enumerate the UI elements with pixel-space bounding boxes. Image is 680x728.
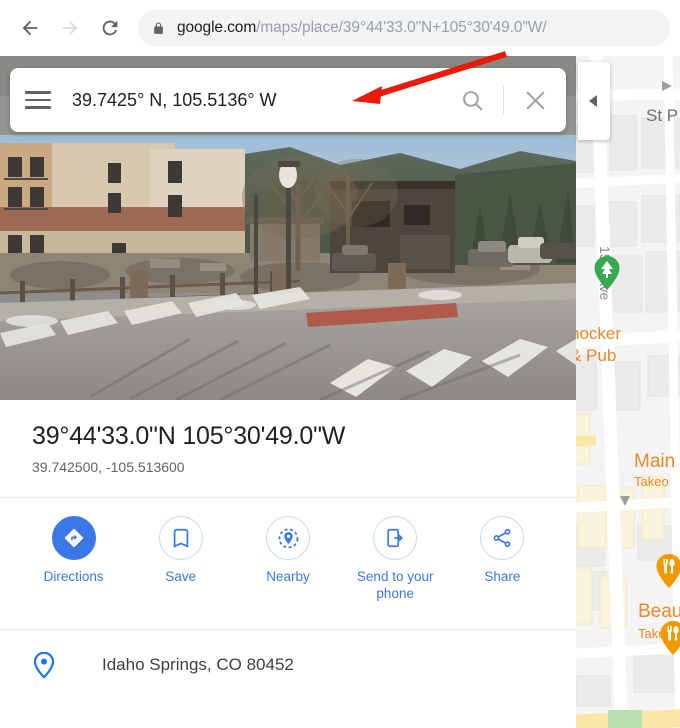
back-arrow-icon	[22, 20, 38, 36]
nearby-button[interactable]: Nearby	[234, 516, 341, 586]
nearby-button-circle	[266, 516, 310, 560]
url-path: /maps/place/39°44'33.0"N+105°30'49.0"W/	[256, 19, 547, 36]
place-info-panel: 39°44'33.0"N 105°30'49.0"W 39.742500, -1…	[0, 400, 576, 728]
park-pin-icon[interactable]	[594, 256, 620, 290]
google-maps-place-page: google.com/maps/place/39°44'33.0"N+105°3…	[0, 0, 680, 728]
hamburger-line	[25, 91, 51, 94]
send-to-phone-label: Send to your phone	[356, 569, 434, 601]
place-coordinates-subtitle: 39.742500, -105.513600	[32, 459, 185, 475]
directions-button[interactable]: Directions	[20, 516, 127, 586]
send-to-phone-icon	[387, 528, 403, 548]
nearby-pin-icon	[278, 528, 298, 548]
bookmark-icon	[173, 528, 189, 548]
forward-arrow-icon	[62, 20, 78, 36]
send-to-phone-button-circle	[373, 516, 418, 560]
directions-button-circle	[51, 516, 96, 560]
action-button-row: Directions Save Nearby Send to your phon…	[0, 498, 576, 603]
collapse-panel-button[interactable]	[578, 62, 610, 140]
restaurant-pin-icon[interactable]	[660, 621, 680, 655]
url-text: google.com/maps/place/39°44'33.0"N+105°3…	[177, 19, 547, 37]
clear-search-button[interactable]	[504, 88, 566, 113]
url-host: google.com	[177, 19, 257, 36]
hamburger-line	[25, 98, 51, 102]
chevron-left-icon	[589, 95, 597, 107]
back-button[interactable]	[10, 8, 50, 48]
search-input[interactable]	[66, 89, 441, 111]
share-button[interactable]: Share	[449, 516, 556, 586]
save-button-circle	[158, 516, 203, 560]
place-title: 39°44'33.0"N 105°30'49.0"W	[32, 422, 346, 450]
close-icon	[526, 91, 544, 109]
search-button[interactable]	[441, 88, 503, 113]
share-label: Share	[484, 569, 521, 584]
forward-button[interactable]	[50, 8, 90, 48]
hamburger-line	[25, 106, 51, 109]
address-bar[interactable]: google.com/maps/place/39°44'33.0"N+105°3…	[138, 10, 670, 46]
directions-icon	[64, 528, 84, 548]
reload-icon	[102, 20, 118, 36]
main-menu-button[interactable]	[10, 91, 66, 109]
browser-toolbar: google.com/maps/place/39°44'33.0"N+105°3…	[0, 0, 680, 56]
share-button-circle	[480, 516, 525, 560]
location-pin-icon	[34, 651, 60, 678]
address-text: Idaho Springs, CO 80452	[102, 654, 294, 674]
search-card	[10, 68, 566, 132]
directions-label: Directions	[43, 569, 104, 584]
restaurant-pin-icon[interactable]	[656, 554, 680, 588]
street-view-photo[interactable]	[0, 135, 576, 400]
save-label: Save	[165, 569, 197, 584]
nearby-label: Nearby	[266, 569, 310, 584]
map-canvas[interactable]: all St St P 15th Ave nocker & Pub Main T…	[576, 56, 680, 728]
reload-button[interactable]	[90, 8, 130, 48]
send-to-phone-button[interactable]: Send to your phone	[342, 516, 449, 603]
share-icon	[493, 528, 511, 548]
address-row[interactable]: Idaho Springs, CO 80452	[0, 630, 576, 678]
street-view-image	[0, 135, 576, 400]
search-icon	[462, 90, 482, 110]
save-button[interactable]: Save	[127, 516, 234, 586]
lock-icon	[152, 21, 165, 36]
